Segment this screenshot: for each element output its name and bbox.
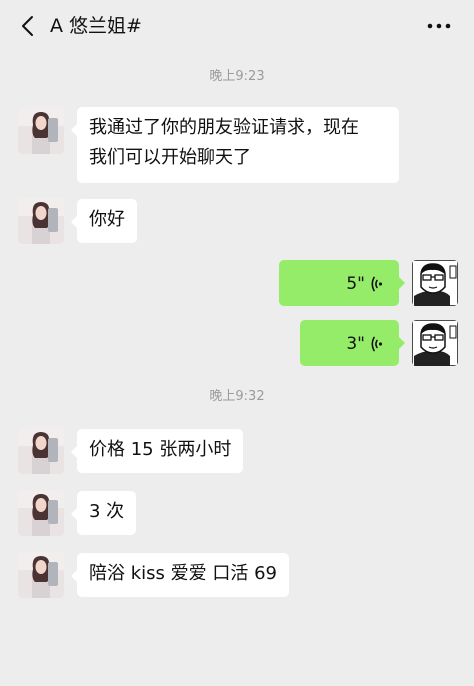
message-text: 3 次	[89, 501, 125, 522]
voice-duration: 3"	[346, 334, 365, 354]
message-timestamp: 晚上9:32	[209, 389, 265, 404]
message-bubble-incoming[interactable]: 我通过了你的朋友验证请求，现在 我们可以开始聊天了	[71, 107, 399, 183]
message-text: 你好	[89, 209, 125, 230]
message-text: 陪浴 kiss 爱爱 口活 69	[89, 563, 277, 584]
message-text-line: 我通过了你的朋友验证请求，现在	[89, 117, 359, 138]
contact-avatar[interactable]	[18, 108, 64, 154]
contact-avatar[interactable]	[18, 552, 64, 598]
back-button[interactable]	[14, 12, 42, 40]
voice-wave-icon	[371, 335, 385, 353]
voice-wave-icon	[371, 275, 385, 293]
chat-header: A 悠兰姐#	[0, 0, 474, 52]
message-bubble-incoming[interactable]: 陪浴 kiss 爱爱 口活 69	[71, 553, 289, 597]
user-avatar[interactable]	[412, 320, 458, 366]
message-timestamp: 晚上9:23	[209, 69, 265, 84]
chevron-left-icon	[22, 16, 33, 36]
more-horizontal-icon	[427, 23, 451, 29]
more-options-button[interactable]	[424, 12, 454, 40]
contact-avatar[interactable]	[18, 198, 64, 244]
message-text-line: 我们可以开始聊天了	[89, 147, 251, 168]
contact-avatar[interactable]	[18, 490, 64, 536]
message-bubble-incoming[interactable]: 价格 15 张两小时	[70, 429, 244, 473]
voice-message-bubble[interactable]: 5"	[279, 260, 405, 306]
message-bubble-incoming[interactable]: 3 次	[70, 491, 137, 535]
voice-message-bubble[interactable]: 3"	[300, 320, 405, 366]
chat-title: A 悠兰姐#	[50, 15, 142, 37]
message-bubble-incoming[interactable]: 你好	[71, 199, 137, 243]
message-text: 价格 15 张两小时	[89, 439, 232, 460]
contact-avatar[interactable]	[18, 428, 64, 474]
user-avatar[interactable]	[412, 260, 458, 306]
voice-duration: 5"	[346, 274, 365, 294]
